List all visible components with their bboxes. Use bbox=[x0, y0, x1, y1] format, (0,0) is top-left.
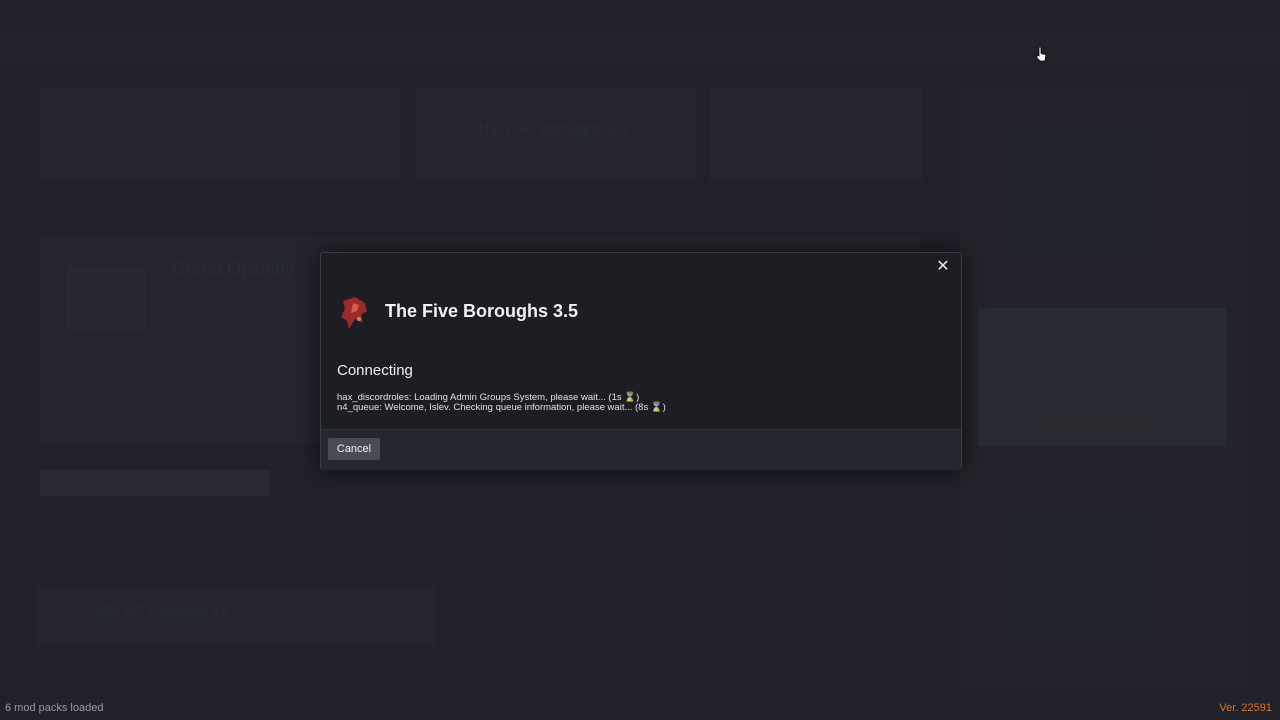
log-line: n4_queue: Welcome, Islev. Checking queue… bbox=[337, 402, 666, 413]
cancel-button[interactable]: Cancel bbox=[328, 438, 380, 460]
connection-status: Connecting bbox=[337, 362, 413, 379]
connection-log: hax_discordroles: Loading Admin Groups S… bbox=[337, 393, 666, 413]
server-logo-icon bbox=[341, 297, 367, 329]
connecting-dialog: ✕ The Five Boroughs 3.5 Connecting hax_d… bbox=[320, 252, 962, 470]
mod-packs-status: 6 mod packs loaded bbox=[5, 702, 104, 714]
close-icon[interactable]: ✕ bbox=[933, 257, 953, 277]
dialog-footer: Cancel bbox=[321, 429, 961, 470]
version-label: Ver. 22591 bbox=[1219, 702, 1272, 714]
dialog-title: The Five Boroughs 3.5 bbox=[385, 301, 579, 321]
mouse-cursor-icon bbox=[1036, 46, 1047, 62]
